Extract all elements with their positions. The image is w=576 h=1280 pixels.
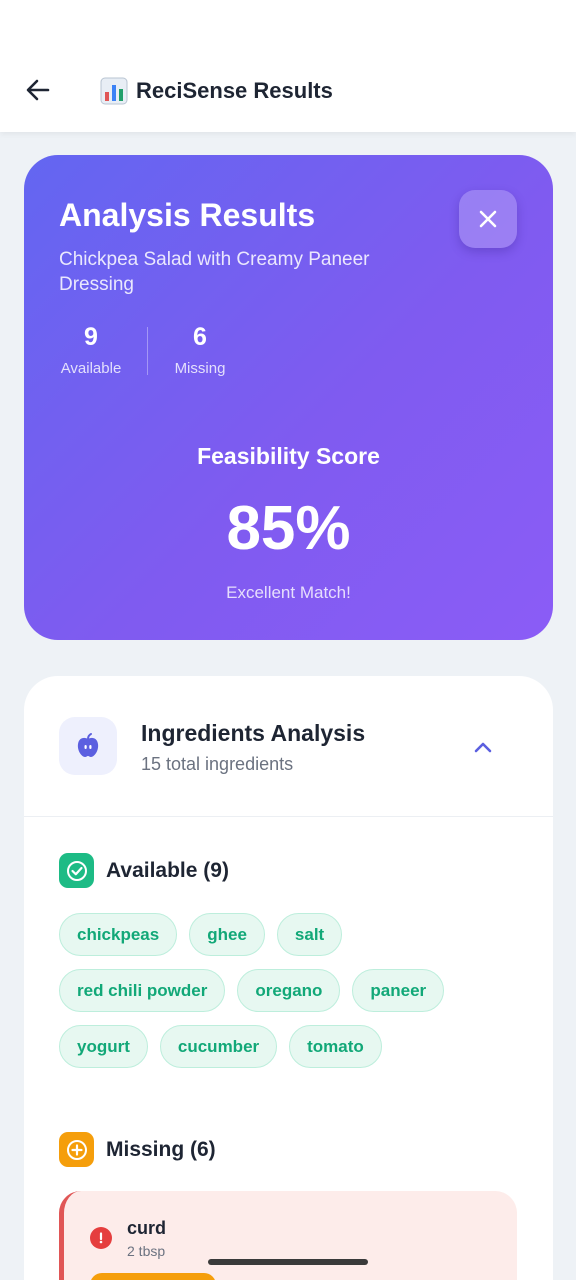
feasibility-label: Feasibility Score <box>197 443 380 469</box>
feasibility-score: 85% <box>226 494 351 563</box>
app-header: ReciSense Results <box>0 0 576 132</box>
feasibility-description: Excellent Match! <box>226 583 351 602</box>
ingredient-chip[interactable]: ghee <box>189 913 265 956</box>
collapse-button[interactable] <box>468 732 498 762</box>
plus-circle-icon <box>66 1139 87 1160</box>
exclamation-icon <box>99 1232 103 1244</box>
available-label: Available <box>60 360 122 377</box>
alert-icon <box>90 1227 112 1249</box>
page-title: ReciSense Results <box>100 76 333 106</box>
ingredients-title: Ingredients Analysis <box>141 720 366 746</box>
apple-icon <box>77 733 99 757</box>
missing-count: 6 <box>193 323 207 351</box>
home-indicator[interactable] <box>208 1259 368 1265</box>
available-section-title: Available (9) <box>106 858 229 882</box>
check-circle-icon <box>66 860 87 881</box>
ingredient-chip[interactable]: salt <box>276 913 343 956</box>
analysis-results-card: Analysis Results Chickpea Salad with Cre… <box>24 155 553 640</box>
available-stat: 9 Available <box>59 323 123 377</box>
bar-chart-icon <box>100 77 128 105</box>
ingredient-chip[interactable]: yogurt <box>59 1025 148 1068</box>
missing-ingredient-item[interactable]: curd 2 tbsp <box>59 1191 517 1280</box>
ingredients-count: 15 total ingredients <box>141 754 294 774</box>
missing-section-title: Missing (6) <box>106 1137 216 1161</box>
check-badge <box>59 853 94 888</box>
missing-ingredient-name: curd <box>127 1218 167 1238</box>
header-title-text: ReciSense Results <box>136 78 333 103</box>
available-count: 9 <box>84 323 98 351</box>
close-button[interactable] <box>459 190 517 248</box>
recipe-name: Chickpea Salad with Creamy Paneer Dressi… <box>59 249 370 295</box>
missing-ingredient-quantity: 2 tbsp <box>127 1243 166 1259</box>
close-icon <box>479 210 497 228</box>
back-button[interactable] <box>20 72 56 108</box>
analysis-title: Analysis Results <box>59 197 316 233</box>
ingredient-chip[interactable]: tomato <box>289 1025 382 1068</box>
plus-badge <box>59 1132 94 1167</box>
available-section-header: Available (9) <box>59 853 229 888</box>
available-ingredients-list: chickpeas ghee salt red chili powder ore… <box>59 913 529 1081</box>
ingredients-analysis-card: Ingredients Analysis 15 total ingredient… <box>24 676 553 1280</box>
arrow-left-icon <box>26 79 50 101</box>
stat-divider <box>147 327 148 375</box>
missing-stat: 6 Missing <box>172 323 228 377</box>
ingredient-chip[interactable]: chickpeas <box>59 913 178 956</box>
missing-section-header: Missing (6) <box>59 1132 216 1167</box>
ingredient-chip[interactable]: red chili powder <box>59 969 226 1012</box>
chevron-up-icon <box>474 742 492 753</box>
ingredient-chip[interactable]: paneer <box>352 969 445 1012</box>
ingredient-chip[interactable]: oregano <box>237 969 341 1012</box>
ingredients-icon-box <box>59 717 117 775</box>
section-divider <box>24 816 553 817</box>
ingredient-chip[interactable]: cucumber <box>159 1025 278 1068</box>
substitute-button[interactable] <box>90 1273 216 1280</box>
missing-label: Missing <box>174 360 226 377</box>
